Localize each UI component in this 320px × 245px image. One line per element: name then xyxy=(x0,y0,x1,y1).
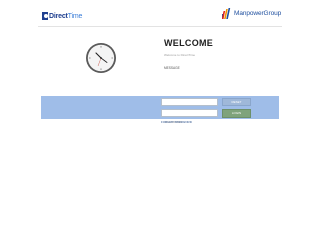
username-field[interactable] xyxy=(161,98,218,114)
password-field[interactable] xyxy=(161,109,218,125)
header-divider xyxy=(38,26,282,27)
analog-clock-icon xyxy=(86,43,116,73)
manpowergroup-name: ManpowerGroup xyxy=(234,10,282,17)
directtime-logo: Direct Time xyxy=(42,11,82,21)
page-title: WELCOME xyxy=(164,38,214,48)
manpowergroup-logo: ManpowerGroup xyxy=(222,8,281,19)
manpowergroup-bars-icon xyxy=(222,8,231,19)
message-label: MESSAGE xyxy=(164,66,180,70)
forgot-password-link[interactable]: FORGOT PASSWORD xyxy=(161,120,192,124)
logo-text-bold: Direct xyxy=(49,12,68,20)
welcome-subtitle: Welcome to DirectTime xyxy=(164,53,196,57)
login-button[interactable]: LOGIN xyxy=(222,109,251,118)
directtime-logo-mark-icon xyxy=(42,12,48,20)
logo-text: Time xyxy=(67,12,83,20)
reset-button[interactable]: RESET xyxy=(222,98,251,106)
